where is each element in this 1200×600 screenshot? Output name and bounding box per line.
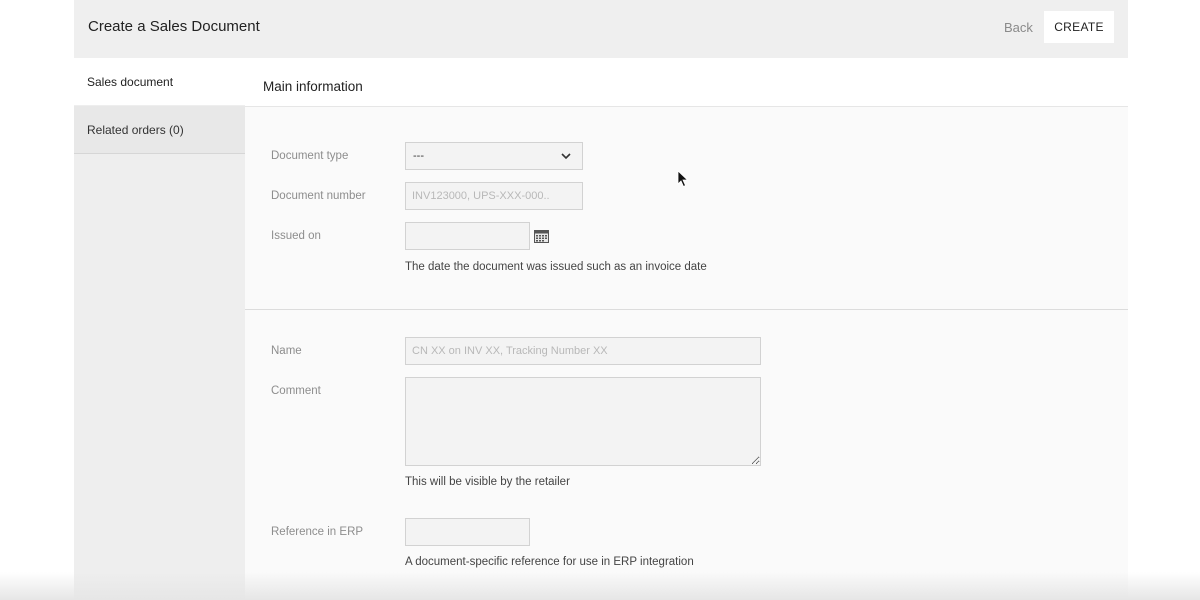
- document-number-input[interactable]: [405, 182, 583, 210]
- sidebar-item-sales-document[interactable]: Sales document: [74, 58, 245, 105]
- sidebar: Sales document Related orders (0): [74, 58, 245, 600]
- name-input[interactable]: [405, 337, 761, 365]
- document-type-value: ---: [413, 150, 424, 162]
- back-link[interactable]: Back: [1004, 20, 1033, 35]
- issued-on-label: Issued on: [271, 230, 321, 242]
- create-button[interactable]: CREATE: [1044, 11, 1114, 43]
- comment-label: Comment: [271, 385, 321, 397]
- main-content: Main information Document type --- Docum…: [245, 58, 1128, 600]
- document-type-label: Document type: [271, 150, 349, 162]
- chevron-down-icon: [561, 153, 571, 160]
- sidebar-item-label: Related orders (0): [87, 123, 184, 137]
- comment-textarea[interactable]: [405, 377, 761, 466]
- page-title: Create a Sales Document: [88, 18, 260, 35]
- app-frame: Create a Sales Document Back CREATE Sale…: [74, 0, 1128, 600]
- document-number-label: Document number: [271, 190, 366, 202]
- reference-erp-label: Reference in ERP: [271, 526, 364, 538]
- name-label: Name: [271, 345, 302, 357]
- issued-on-help: The date the document was issued such as…: [405, 261, 707, 273]
- section-title: Main information: [263, 79, 363, 94]
- reference-erp-input[interactable]: [405, 518, 530, 546]
- comment-help: This will be visible by the retailer: [405, 476, 570, 488]
- sidebar-item-related-orders[interactable]: Related orders (0): [74, 106, 245, 154]
- issued-on-input[interactable]: [405, 222, 530, 250]
- page-header: Create a Sales Document Back CREATE: [74, 0, 1128, 59]
- sidebar-item-label: Sales document: [87, 75, 174, 89]
- calendar-icon[interactable]: [534, 230, 549, 243]
- mouse-cursor-icon: [677, 170, 689, 188]
- section-header: Main information: [245, 58, 1128, 107]
- reference-erp-help: A document-specific reference for use in…: [405, 556, 694, 568]
- section-divider: [245, 309, 1128, 310]
- document-type-select[interactable]: ---: [405, 142, 583, 170]
